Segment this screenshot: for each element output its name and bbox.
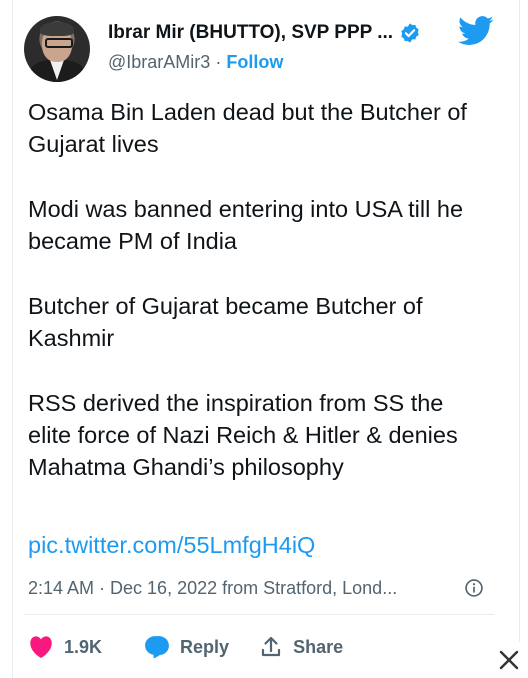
like-button[interactable]: 1.9K — [28, 635, 102, 659]
reply-button[interactable]: Reply — [144, 635, 229, 659]
tweet-text: Osama Bin Laden dead but the Butcher of … — [28, 96, 478, 483]
close-icon[interactable] — [489, 642, 528, 678]
tweet-paragraph: Butcher of Gujarat became Butcher of Kas… — [28, 293, 423, 351]
info-icon[interactable] — [464, 578, 484, 598]
verified-badge-icon — [401, 23, 419, 43]
display-name[interactable]: Ibrar Mir (BHUTTO), SVP PPP ... — [108, 22, 393, 44]
twitter-logo-icon[interactable] — [458, 16, 494, 46]
media-link[interactable]: pic.twitter.com/55LmfgH4iQ — [28, 532, 315, 559]
handle-separator: · — [215, 52, 222, 72]
reply-bubble-icon — [145, 636, 169, 659]
share-label: Share — [293, 636, 344, 657]
divider — [24, 614, 494, 615]
avatar[interactable] — [24, 16, 90, 82]
tweet-paragraph: RSS derived the inspiration from SS the … — [28, 390, 458, 480]
share-icon — [261, 636, 281, 657]
share-button[interactable]: Share — [259, 635, 343, 659]
tweet-header: Ibrar Mir (BHUTTO), SVP PPP ... @IbrarAM… — [24, 16, 494, 82]
author-block: Ibrar Mir (BHUTTO), SVP PPP ... @IbrarAM… — [108, 22, 421, 73]
like-count: 1.9K — [64, 636, 103, 657]
user-handle[interactable]: @IbrarAMir3 — [108, 52, 210, 72]
tweet-timestamp[interactable]: 2:14 AM · Dec 16, 2022 from Stratford, L… — [28, 578, 397, 599]
reply-label: Reply — [180, 636, 230, 657]
follow-button[interactable]: Follow — [226, 52, 283, 72]
tweet-actions: 1.9K Reply Share — [28, 630, 373, 664]
tweet-paragraph: Osama Bin Laden dead but the Butcher of … — [28, 99, 467, 157]
tweet-paragraph: Modi was banned entering into USA till h… — [28, 196, 464, 254]
heart-icon — [30, 636, 52, 659]
